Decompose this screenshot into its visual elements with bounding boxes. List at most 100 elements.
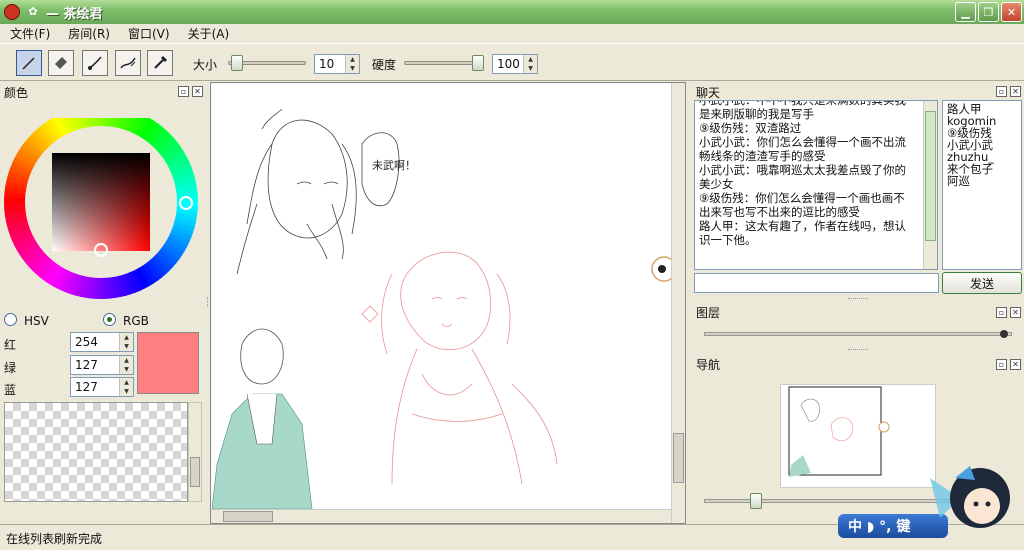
canvas-area: 未武啊！ <box>210 82 686 524</box>
chat-scrollbar[interactable] <box>923 101 937 269</box>
zoom-slider-thumb[interactable] <box>750 493 763 509</box>
menu-room[interactable]: 房间(R) <box>58 25 118 42</box>
chat-message-line: 小武小武：不不不我只是来满数的其实我 <box>699 100 906 107</box>
rgb-radio[interactable] <box>103 313 116 326</box>
close-icon: ✕ <box>1006 5 1017 19</box>
eyedropper-tool-button[interactable] <box>147 50 173 76</box>
blue-spinbox[interactable]: 127 ▲ ▼ <box>70 377 134 397</box>
red-spinbox[interactable]: 254 ▲ ▼ <box>70 332 134 352</box>
hsv-radio[interactable] <box>4 313 17 326</box>
mascot-avatar <box>930 466 1010 528</box>
sketch-girl-pink <box>361 251 558 485</box>
navigator-preview[interactable] <box>780 384 936 488</box>
layers-float-icon[interactable]: ▫ <box>996 307 1007 318</box>
chat-input[interactable] <box>694 273 939 293</box>
menu-bar: 文件(F) 房间(R) 窗口(V) 关于(A) <box>0 24 1024 43</box>
user-list-items: 路人甲 kogomin ⑨级伤残 小武小武 zhuzhu_ 来个包子 阿巡 <box>943 101 1021 189</box>
hardness-spinbox[interactable]: 100 ▲ ▼ <box>492 54 538 74</box>
app-icon[interactable] <box>4 4 20 20</box>
chat-messages: 小武小武：不不不我只是来满数的其实我 是来刷版聊的我是写手 ⑨级伤残：双渣路过小武小… <box>695 100 937 247</box>
minimize-button[interactable]: ▁ <box>955 2 976 22</box>
user-list-item[interactable]: 阿巡 <box>947 175 1017 187</box>
sketch-girl-1 <box>236 108 400 275</box>
color-history-area[interactable] <box>4 402 188 502</box>
green-spinbox[interactable]: 127 ▲ ▼ <box>70 355 134 375</box>
hardness-up-button[interactable]: ▲ <box>524 55 537 64</box>
splitter-grip[interactable] <box>848 298 868 301</box>
layers-slider[interactable] <box>704 332 1012 336</box>
panel-close-icon[interactable]: ✕ <box>192 86 203 97</box>
canvas-vertical-scrollbar[interactable] <box>671 83 685 523</box>
toolbar: 大小 10 ▲ ▼ 硬度 100 ▲ ▼ <box>0 43 1024 81</box>
chat-message-line: 是来刷版聊的我是写手 <box>699 107 814 121</box>
green-up-button[interactable]: ▲ <box>120 356 133 365</box>
float-icon[interactable]: ▫ <box>178 86 189 97</box>
drawing-canvas[interactable]: 未武啊！ <box>212 84 672 509</box>
green-value: 127 <box>75 358 98 372</box>
chat-message-line: 路人甲：这太有趣了，作者在线吗，想认 <box>699 219 906 233</box>
brush-icon <box>88 56 102 70</box>
color-wheel[interactable] <box>2 118 202 318</box>
layers-close-icon[interactable]: ✕ <box>1010 307 1021 318</box>
nav-float-icon[interactable]: ▫ <box>996 359 1007 370</box>
brush-tool-button[interactable] <box>82 50 108 76</box>
pen-tool-button[interactable] <box>16 50 42 76</box>
chat-log[interactable]: 小武小武：不不不我只是来满数的其实我 是来刷版聊的我是写手 ⑨级伤残：双渣路过小武小… <box>694 100 938 270</box>
drawing-content: 未武啊！ <box>212 108 672 509</box>
menu-about[interactable]: 关于(A) <box>178 25 238 42</box>
red-up-button[interactable]: ▲ <box>120 333 133 342</box>
red-down-button[interactable]: ▼ <box>120 342 133 351</box>
current-color-swatch[interactable] <box>137 332 199 394</box>
eraser-icon <box>55 57 67 69</box>
red-value: 254 <box>75 335 98 349</box>
window-title: — 茶绘君 <box>46 6 103 22</box>
green-down-button[interactable]: ▼ <box>120 365 133 374</box>
chat-float-icon[interactable]: ▫ <box>996 86 1007 97</box>
online-user-list[interactable]: 路人甲 kogomin ⑨级伤残 小武小武 zhuzhu_ 来个包子 阿巡 <box>942 100 1022 270</box>
hardness-slider-thumb[interactable] <box>472 55 484 71</box>
size-spinbox[interactable]: 10 ▲ ▼ <box>314 54 360 74</box>
size-down-button[interactable]: ▼ <box>346 64 359 73</box>
close-button[interactable]: ✕ <box>1001 2 1022 22</box>
chat-message-line: 出来写也写不出来的逗比的感受 <box>699 205 860 219</box>
sketch-blob <box>651 256 672 282</box>
menu-file[interactable]: 文件(F) <box>0 25 58 42</box>
chat-message-line: 小武小武：哦靠啊巡太太我差点毁了你的 <box>699 163 906 177</box>
color-history-scrollbar[interactable] <box>188 402 202 502</box>
status-text: 在线列表刷新完成 <box>6 532 103 546</box>
hsv-label: HSV <box>24 314 49 328</box>
red-label: 红 <box>4 338 17 352</box>
size-label: 大小 <box>193 58 218 72</box>
menu-window[interactable]: 窗口(V) <box>118 25 178 42</box>
airbrush-tool-button[interactable] <box>115 50 141 76</box>
rgb-label: RGB <box>123 314 149 328</box>
layers-slider-thumb[interactable] <box>1000 330 1008 338</box>
title-bar: ✿ — 茶绘君 ▁ ❐ ✕ <box>0 0 1024 24</box>
nav-close-icon[interactable]: ✕ <box>1010 359 1021 370</box>
layers-panel-title: 图层 <box>696 305 721 320</box>
size-value: 10 <box>319 57 335 71</box>
flower-icon: ✿ <box>28 5 38 18</box>
canvas-horizontal-scrollbar[interactable] <box>211 509 673 523</box>
navigator-thumbnail <box>788 386 890 477</box>
splitter-grip-2[interactable] <box>848 349 868 352</box>
navigator-panel-title: 导航 <box>696 357 721 372</box>
restore-icon: ❐ <box>983 5 994 19</box>
chat-message-line: 识一下他。 <box>699 233 757 247</box>
maximize-button[interactable]: ❐ <box>978 2 999 22</box>
chat-message-line: ⑨级伤残：双渣路过 <box>699 121 802 135</box>
hardness-value: 100 <box>497 57 520 71</box>
size-slider-thumb[interactable] <box>231 55 244 71</box>
size-up-button[interactable]: ▲ <box>346 55 359 64</box>
send-button[interactable]: 发送 <box>942 272 1022 294</box>
speech-bubble-text: 未武啊！ <box>372 159 416 172</box>
chat-panel-title: 聊天 <box>696 85 721 100</box>
eraser-tool-button[interactable] <box>48 50 74 76</box>
blue-down-button[interactable]: ▼ <box>120 387 133 396</box>
chat-close-icon[interactable]: ✕ <box>1010 86 1021 97</box>
blue-value: 127 <box>75 380 98 394</box>
eyedropper-icon <box>154 55 168 69</box>
chat-message-line: 美少女 <box>699 177 734 191</box>
blue-up-button[interactable]: ▲ <box>120 378 133 387</box>
hardness-down-button[interactable]: ▼ <box>524 64 537 73</box>
